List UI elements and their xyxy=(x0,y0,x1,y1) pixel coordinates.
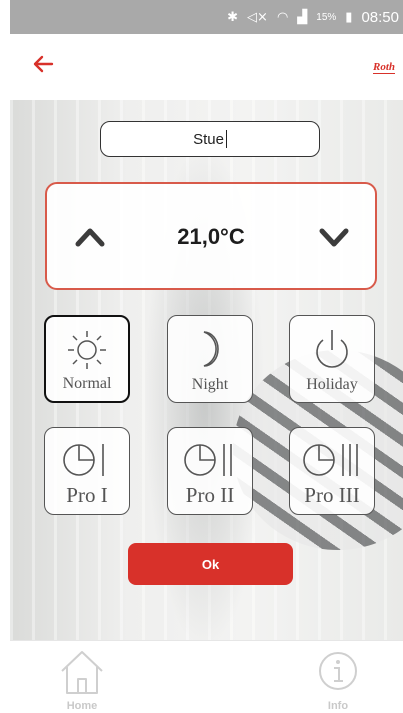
mute-icon: ◁× xyxy=(247,9,268,25)
clock-program-2-icon xyxy=(184,444,232,476)
mode-night-label: Night xyxy=(191,376,229,393)
back-button[interactable] xyxy=(32,54,54,79)
brand-logo: Roth xyxy=(372,61,395,74)
app-header: Roth xyxy=(10,34,403,100)
battery-icon: ▮ xyxy=(345,9,353,25)
mode-normal-button[interactable]: Normal xyxy=(44,315,130,403)
temperature-down-button[interactable] xyxy=(317,222,351,252)
nav-home[interactable]: Home xyxy=(52,647,112,712)
room-name-value: Stue xyxy=(193,130,224,148)
mode-normal-label: Normal xyxy=(62,375,112,392)
mode-pro2-button[interactable]: Pro II xyxy=(167,427,253,515)
mode-night-button[interactable]: Night xyxy=(167,315,253,403)
text-caret xyxy=(225,130,227,148)
home-icon xyxy=(61,651,103,694)
nav-info[interactable]: Info xyxy=(308,647,368,712)
clock-program-3-icon xyxy=(303,444,358,476)
status-time: 08:50 xyxy=(361,8,399,26)
moon-icon xyxy=(203,331,219,367)
room-name-input[interactable]: Stue xyxy=(100,121,320,157)
nav-home-label: Home xyxy=(66,700,98,712)
bluetooth-icon: ✱ xyxy=(227,9,239,25)
ok-button[interactable]: Ok xyxy=(128,543,293,585)
temperature-panel: 21,0°C xyxy=(45,182,377,290)
mode-holiday-button[interactable]: Holiday xyxy=(289,315,375,403)
signal-icon: ▟ xyxy=(297,9,308,25)
app-screen: ✱ ◁× ◠ ▟ 15% ▮ 08:50 Roth Stue 21,0°C No… xyxy=(0,0,403,713)
mode-pro1-button[interactable]: Pro I xyxy=(44,427,130,515)
mode-pro1-label: Pro I xyxy=(66,483,108,507)
mode-pro3-button[interactable]: Pro III xyxy=(289,427,375,515)
sun-icon xyxy=(68,331,106,369)
info-icon xyxy=(319,652,357,690)
battery-percent: 15% xyxy=(316,11,337,23)
chevron-down-icon xyxy=(319,228,349,247)
mode-holiday-label: Holiday xyxy=(306,376,358,393)
nav-info-label: Info xyxy=(327,700,349,712)
bottom-nav: Home Info xyxy=(10,640,403,713)
clock-program-1-icon xyxy=(63,444,104,476)
wifi-icon: ◠ xyxy=(276,9,289,25)
mode-pro3-label: Pro III xyxy=(304,483,360,507)
mode-pro2-label: Pro II xyxy=(185,483,235,507)
status-bar: ✱ ◁× ◠ ▟ 15% ▮ 08:50 xyxy=(10,0,403,34)
power-icon xyxy=(316,330,348,368)
arrow-left-icon xyxy=(33,55,54,73)
